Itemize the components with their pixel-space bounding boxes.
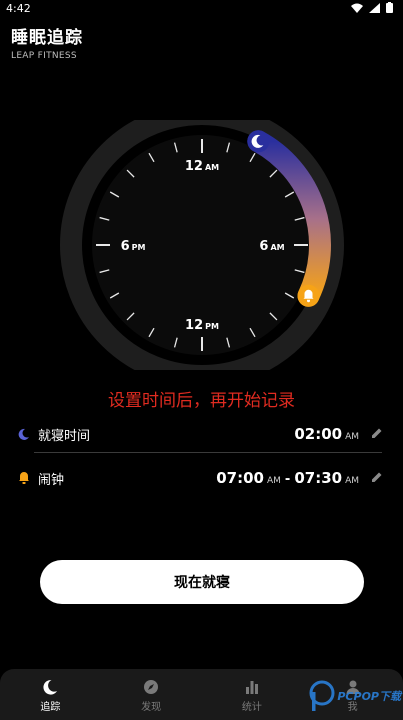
battery-icon: [386, 2, 393, 13]
alarm-end-time: 07:30: [294, 469, 343, 487]
divider: [34, 452, 382, 453]
status-icons: [351, 2, 393, 13]
page-title: 睡眠追踪: [11, 28, 83, 48]
nav-item-stats[interactable]: 统计: [202, 669, 303, 720]
compass-icon: [144, 679, 159, 694]
moon-icon: [43, 679, 58, 695]
pencil-icon[interactable]: [371, 471, 383, 483]
nav-item-track[interactable]: 追踪: [0, 669, 101, 720]
alarm-start-ampm: AM: [267, 476, 281, 486]
bedtime-label: 就寝时间: [38, 428, 91, 444]
header: 睡眠追踪 LEAP FITNESS: [11, 23, 83, 61]
wifi-icon: [351, 3, 363, 13]
page-subtitle: LEAP FITNESS: [11, 51, 77, 61]
sleep-now-button[interactable]: 现在就寝: [40, 560, 364, 604]
watermark-text: PCPOP下载: [337, 690, 401, 703]
signal-icon: [369, 2, 380, 13]
sleep-clock[interactable]: 12 AM 6 AM 12 PM 6 PM: [0, 120, 403, 370]
set-time-hint: 设置时间后，再开始记录: [108, 391, 295, 411]
bar-chart-icon: [245, 680, 258, 694]
bell-icon: [19, 472, 29, 484]
bedtime-handle[interactable]: [247, 130, 270, 153]
pencil-icon[interactable]: [371, 427, 383, 439]
bedtime-row[interactable]: 就寝时间 02:00 AM: [18, 422, 383, 446]
alarm-row[interactable]: 闹钟 07:00 AM - 07:30 AM: [18, 466, 383, 490]
nav-label-stats: 统计: [241, 701, 262, 713]
alarm-start-time: 07:00: [216, 469, 264, 487]
alarm-dash: -: [284, 472, 291, 487]
alarm-end-ampm: AM: [345, 476, 359, 486]
nav-item-discover[interactable]: 发现: [101, 669, 202, 720]
bedtime-ampm: AM: [345, 432, 359, 442]
pcpop-logo: [309, 680, 335, 711]
clock-dial[interactable]: 12 AM 6 AM 12 PM 6 PM: [0, 120, 403, 370]
alarm-value[interactable]: 07:00 AM - 07:30 AM: [216, 469, 359, 487]
bedtime-time: 02:00: [294, 425, 343, 443]
bedtime-value[interactable]: 02:00 AM: [294, 425, 359, 443]
alarm-handle[interactable]: [297, 284, 320, 307]
status-time: 4:42: [6, 2, 31, 15]
watermark: PCPOP下载: [309, 680, 401, 712]
moon-icon: [18, 428, 29, 440]
status-bar: 4:42: [0, 0, 403, 18]
alarm-label: 闹钟: [38, 472, 65, 488]
nav-label-discover: 发现: [141, 701, 162, 713]
nav-label-track: 追踪: [40, 701, 61, 713]
